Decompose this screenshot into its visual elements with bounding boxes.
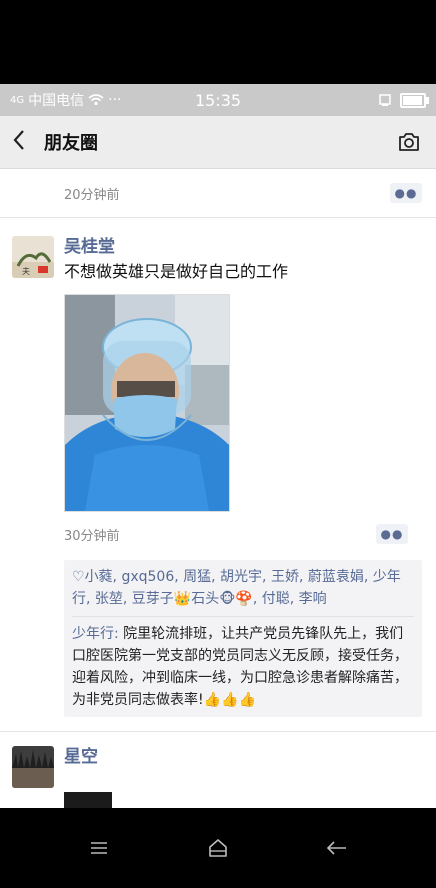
camera-icon[interactable]	[394, 127, 424, 157]
post-photo-partial[interactable]	[64, 792, 112, 808]
comment-text: 院里轮流排班，让共产党员先锋队先上，我们口腔医院第一党支部的党员同志义无反顾，接…	[72, 626, 408, 708]
post-footer: 30分钟前 ●●	[64, 512, 422, 556]
moment-post: 夫 吴桂堂 不想做英雄只是做好自己的工作 30分钟前 ●● ♡小蕤, gxq50…	[0, 218, 436, 717]
back-arrow-icon[interactable]	[317, 828, 357, 868]
chevron-left-icon[interactable]	[12, 129, 38, 156]
menu-icon[interactable]	[79, 828, 119, 868]
post-photo[interactable]	[64, 294, 230, 512]
post-body: 吴桂堂 不想做英雄只是做好自己的工作 30分钟前 ●● ♡小蕤, gxq506,…	[64, 236, 422, 717]
avatar[interactable]	[12, 746, 54, 788]
comment-separator: :	[114, 626, 124, 642]
page-title: 朋友圈	[44, 133, 98, 154]
post-time: 30分钟前	[64, 528, 120, 544]
avatar[interactable]: 夫	[12, 236, 54, 278]
likes-list: ♡小蕤, gxq506, 周猛, 胡光宇, 王娇, 蔚蓝袁娟, 少年行, 张堃,…	[72, 566, 414, 610]
comment-item[interactable]: 少年行: 院里轮流排班，让共产党员先锋队先上，我们口腔医院第一党支部的党员同志义…	[72, 616, 414, 711]
comment-author[interactable]: 少年行	[72, 626, 114, 642]
top-navbar: 朋友圈	[0, 116, 436, 169]
moments-feed: 20分钟前 ●● 夫 吴桂堂 不想做英雄只是做好自己的工作 30分钟前 ●● ♡…	[0, 169, 436, 808]
home-icon[interactable]	[198, 828, 238, 868]
more-actions-button[interactable]: ●●	[390, 183, 422, 203]
prev-post-time: 20分钟前	[64, 187, 120, 203]
interactions-box: ♡小蕤, gxq506, 周猛, 胡光宇, 王娇, 蔚蓝袁娟, 少年行, 张堃,…	[64, 560, 422, 717]
likes-names[interactable]: 小蕤, gxq506, 周猛, 胡光宇, 王娇, 蔚蓝袁娟, 少年行, 张堃, …	[72, 569, 401, 607]
heart-icon: ♡	[72, 569, 85, 585]
phone-screen: 4G 中国电信 ··· 15:35 朋友圈 20分钟前 ●● 夫 吴桂堂 不想做…	[0, 84, 436, 808]
battery-fill	[403, 95, 422, 105]
post-author-name[interactable]: 星空	[64, 746, 98, 788]
post-text: 不想做英雄只是做好自己的工作	[64, 262, 289, 281]
post-more-actions-button[interactable]: ●●	[376, 524, 408, 544]
post-author-name[interactable]: 吴桂堂	[64, 236, 422, 258]
status-bar: 4G 中国电信 ··· 15:35	[0, 84, 436, 116]
top-black-area	[0, 0, 436, 84]
moment-post-next: 星空	[0, 732, 436, 788]
status-time: 15:35	[194, 91, 242, 110]
battery-icon	[400, 92, 429, 108]
prev-post-footer: 20分钟前 ●●	[0, 169, 436, 217]
system-nav-bar	[0, 808, 436, 888]
svg-text:夫: 夫	[22, 266, 30, 276]
